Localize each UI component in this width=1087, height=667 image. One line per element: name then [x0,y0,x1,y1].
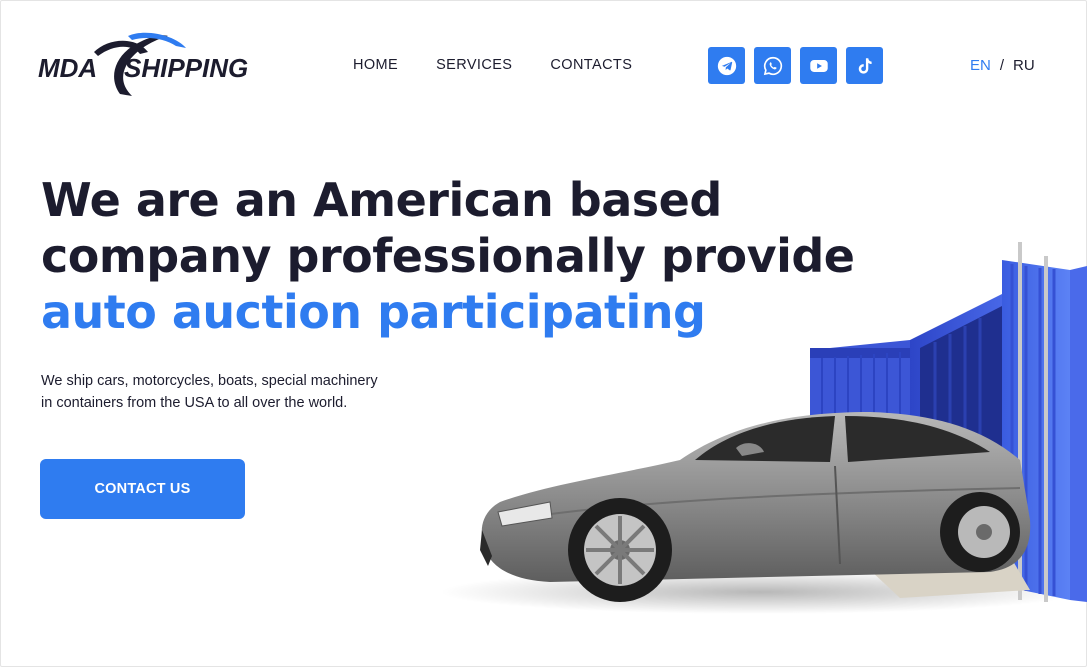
lang-ru[interactable]: RU [1013,57,1035,74]
whatsapp-button[interactable] [754,47,791,84]
logo-text-shipping: SHIPPING [124,53,248,83]
hero-description-line-1: We ship cars, motorcycles, boats, specia… [41,373,378,389]
tiktok-icon [858,57,872,74]
lang-separator: / [999,57,1005,74]
main-nav: HOME SERVICES CONTACTS [353,57,632,73]
youtube-button[interactable] [800,47,837,84]
youtube-icon [809,59,828,72]
telegram-button[interactable] [708,47,745,84]
hero-title-line-1: We are an American based [41,173,722,227]
hero-description: We ship cars, motorcycles, boats, specia… [41,370,421,414]
car-container-illustration [430,230,1087,630]
contact-us-button[interactable]: CONTACT US [40,459,245,519]
whatsapp-icon [763,56,782,75]
nav-contacts[interactable]: CONTACTS [550,57,632,73]
car-container-image [440,242,1087,614]
social-links [708,47,883,84]
language-switcher: EN / RU [970,57,1035,74]
tiktok-button[interactable] [846,47,883,84]
nav-services[interactable]: SERVICES [436,57,512,73]
mda-shipping-logo[interactable]: MDA SHIPPING [36,30,272,100]
logo-graphic: MDA SHIPPING [38,32,248,96]
logo-text-mda: MDA [38,53,97,83]
hero-description-line-2: in containers from the USA to all over t… [41,395,348,411]
lang-en[interactable]: EN [970,57,991,74]
telegram-icon [717,56,736,75]
nav-home[interactable]: HOME [353,57,398,73]
